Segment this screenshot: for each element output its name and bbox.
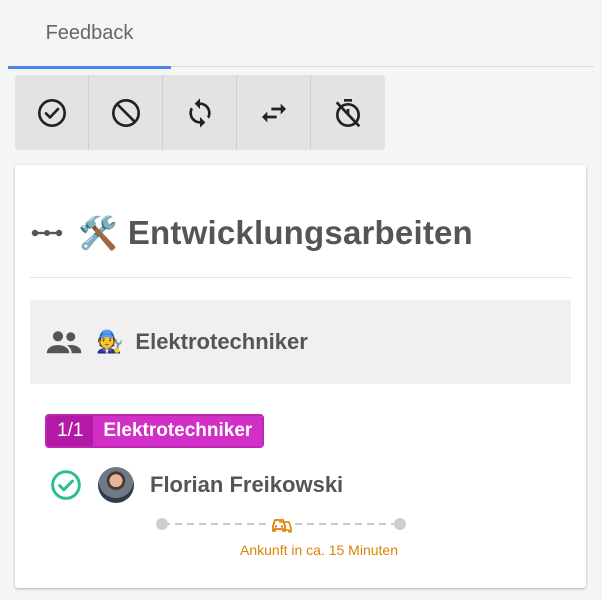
- people-icon: [46, 331, 82, 354]
- person-row[interactable]: Florian Freikowski: [50, 465, 343, 505]
- group-panel[interactable]: 🧑‍🔧 Elektrotechniker: [30, 300, 571, 384]
- eta-progress: [156, 515, 406, 533]
- drag-handle-icon[interactable]: [30, 226, 64, 240]
- role-count: 1/1: [47, 416, 94, 446]
- mechanic-icon: 🧑‍🔧: [96, 329, 124, 354]
- tab-feedback-label: Feedback: [45, 22, 134, 44]
- card-title: Entwicklungsarbeiten: [127, 214, 473, 251]
- refresh-button[interactable]: [163, 75, 237, 150]
- swap-button[interactable]: [237, 75, 311, 150]
- eta-start-dot: [156, 518, 168, 530]
- avatar: [98, 467, 134, 503]
- action-toolbar: [15, 75, 385, 150]
- tab-active-indicator: [8, 66, 171, 69]
- tab-feedback[interactable]: Feedback: [8, 0, 171, 69]
- group-label: Elektrotechniker: [135, 329, 308, 354]
- eta-text: Ankunft in ca. 15 Minuten: [240, 542, 398, 558]
- card-divider: [30, 277, 571, 278]
- swap-icon: [261, 103, 286, 122]
- confirm-button[interactable]: [15, 75, 89, 150]
- timer-off-button[interactable]: [311, 75, 385, 150]
- role-badge: 1/1 Elektrotechniker: [45, 414, 265, 448]
- tools-icon: 🛠️: [78, 215, 118, 251]
- role-name: Elektrotechniker: [93, 416, 263, 446]
- card-header: 🛠️ Entwicklungsarbeiten: [30, 205, 473, 261]
- task-card: 🛠️ Entwicklungsarbeiten 🧑‍🔧 Elektrotechn…: [15, 165, 586, 588]
- check-circle-icon: [37, 98, 66, 127]
- car-icon: [270, 515, 292, 533]
- decline-button[interactable]: [89, 75, 163, 150]
- tab-bar: Feedback: [8, 0, 594, 69]
- block-icon: [111, 98, 140, 127]
- timer-off-icon: [335, 98, 361, 127]
- person-name: Florian Freikowski: [150, 472, 344, 497]
- eta-end-dot: [394, 518, 406, 530]
- sync-icon: [188, 97, 211, 128]
- check-circle-icon: [51, 470, 81, 500]
